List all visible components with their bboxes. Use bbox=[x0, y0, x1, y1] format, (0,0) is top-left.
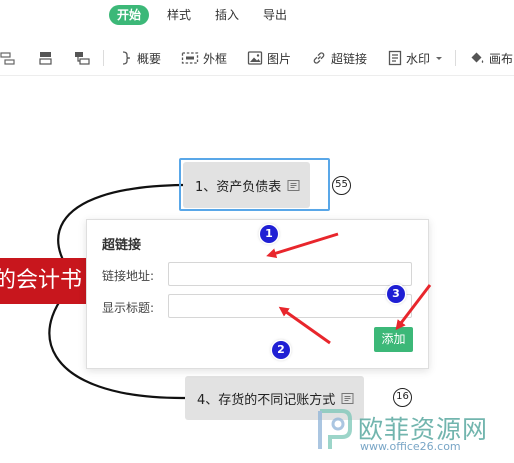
parent-topic-icon bbox=[75, 52, 90, 65]
summary-button[interactable]: 概要 bbox=[119, 48, 161, 68]
child-topic-button[interactable] bbox=[38, 48, 54, 68]
hyperlink-button[interactable]: 超链接 bbox=[311, 48, 367, 68]
toolbar: 概要 外框 图片 超链接 水印 画布 bbox=[0, 40, 514, 76]
link-address-label: 链接地址: bbox=[102, 269, 155, 283]
dialog-title: 超链接 bbox=[102, 238, 142, 253]
step-badge-2: 2 bbox=[272, 341, 290, 359]
watermark-icon bbox=[388, 50, 402, 66]
root-topic[interactable]: 的会计书 bbox=[0, 258, 90, 304]
toolbar-divider bbox=[455, 50, 456, 66]
topic-balance-sheet[interactable]: 1、资产负债表 bbox=[183, 162, 311, 208]
display-title-label: 显示标题: bbox=[102, 301, 155, 315]
site-watermark: 欧菲资源网 www.office26.com bbox=[312, 407, 512, 457]
child-count-badge[interactable]: 55 bbox=[332, 176, 351, 195]
step-badge-3: 3 bbox=[387, 285, 405, 303]
image-button[interactable]: 图片 bbox=[247, 48, 291, 68]
frame-button[interactable]: 外框 bbox=[181, 48, 227, 68]
tab-export[interactable]: 导出 bbox=[263, 5, 287, 25]
mindmap-canvas[interactable]: 的会计书 1、资产负债表 55 4、存货的不同记账方式 16 超链接 链接地址:… bbox=[0, 77, 514, 463]
topic-label: 4、存货的不同记账方式 bbox=[197, 392, 336, 408]
sibling-topic-icon bbox=[0, 52, 15, 65]
tab-start[interactable]: 开始 bbox=[109, 5, 150, 25]
link-icon bbox=[313, 52, 325, 64]
frame-label: 外框 bbox=[203, 51, 228, 66]
link-address-input[interactable] bbox=[168, 262, 412, 286]
menu-tab-bar: 开始 样式 插入 导出 bbox=[0, 0, 514, 30]
watermark-button[interactable]: 水印 bbox=[388, 48, 444, 68]
root-topic-label: 的会计书 bbox=[0, 268, 83, 293]
watermark-label: 水印 bbox=[406, 51, 431, 66]
step-badge-1: 1 bbox=[260, 225, 278, 243]
toolbar-divider bbox=[103, 50, 104, 66]
canvas-label: 画布 bbox=[489, 51, 514, 66]
hyperlink-label: 超链接 bbox=[331, 51, 368, 66]
sibling-topic-button[interactable] bbox=[0, 48, 16, 68]
summary-label: 概要 bbox=[137, 51, 162, 66]
child-count-badge[interactable]: 16 bbox=[393, 388, 412, 407]
frame-icon bbox=[181, 52, 199, 64]
tab-style[interactable]: 样式 bbox=[167, 5, 191, 25]
note-icon[interactable] bbox=[341, 392, 354, 405]
image-label: 图片 bbox=[267, 51, 292, 66]
hyperlink-dialog: 超链接 链接地址: 显示标题: 添加 bbox=[86, 219, 429, 369]
tab-insert[interactable]: 插入 bbox=[215, 5, 239, 25]
watermark-url: www.office26.com bbox=[360, 440, 461, 453]
add-button[interactable]: 添加 bbox=[374, 327, 413, 352]
dropdown-caret-icon bbox=[436, 57, 443, 60]
parent-topic-button[interactable] bbox=[74, 48, 90, 68]
topic-label: 1、资产负债表 bbox=[195, 179, 282, 195]
display-title-input[interactable] bbox=[168, 294, 412, 318]
image-icon bbox=[247, 51, 263, 65]
note-icon[interactable] bbox=[287, 179, 300, 192]
paint-bucket-icon bbox=[471, 52, 484, 63]
canvas-button[interactable]: 画布 bbox=[469, 48, 513, 68]
child-topic-icon bbox=[39, 52, 52, 65]
watermark-logo-icon bbox=[318, 409, 352, 449]
brace-icon bbox=[122, 51, 131, 65]
